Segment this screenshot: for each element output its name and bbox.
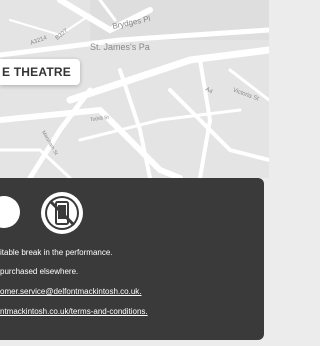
no-mobile-phone-icon xyxy=(41,192,83,234)
page-bottom xyxy=(0,340,269,346)
map-label-st-james: St. James's Pa xyxy=(90,42,150,52)
theatre-location-pin[interactable]: E THEATRE xyxy=(0,59,80,85)
theatre-pin-label: E THEATRE xyxy=(2,65,71,79)
terms-conditions-link[interactable]: ntmackintosh.co.uk/terms-and-conditions. xyxy=(0,307,148,316)
interval-info-text: itable break in the performance. xyxy=(0,248,113,257)
map-roads xyxy=(0,0,269,178)
purchase-info-text: purchased elsewhere. xyxy=(0,267,79,276)
location-map[interactable]: Brydges Pl St. James's Pa A3214 B327 A4 … xyxy=(0,0,269,178)
customer-service-email-link[interactable]: omer.service@delfontmackintosh.co.uk. xyxy=(0,287,142,296)
partial-info-icon xyxy=(0,196,20,228)
venue-info-panel: itable break in the performance. purchas… xyxy=(0,178,264,340)
